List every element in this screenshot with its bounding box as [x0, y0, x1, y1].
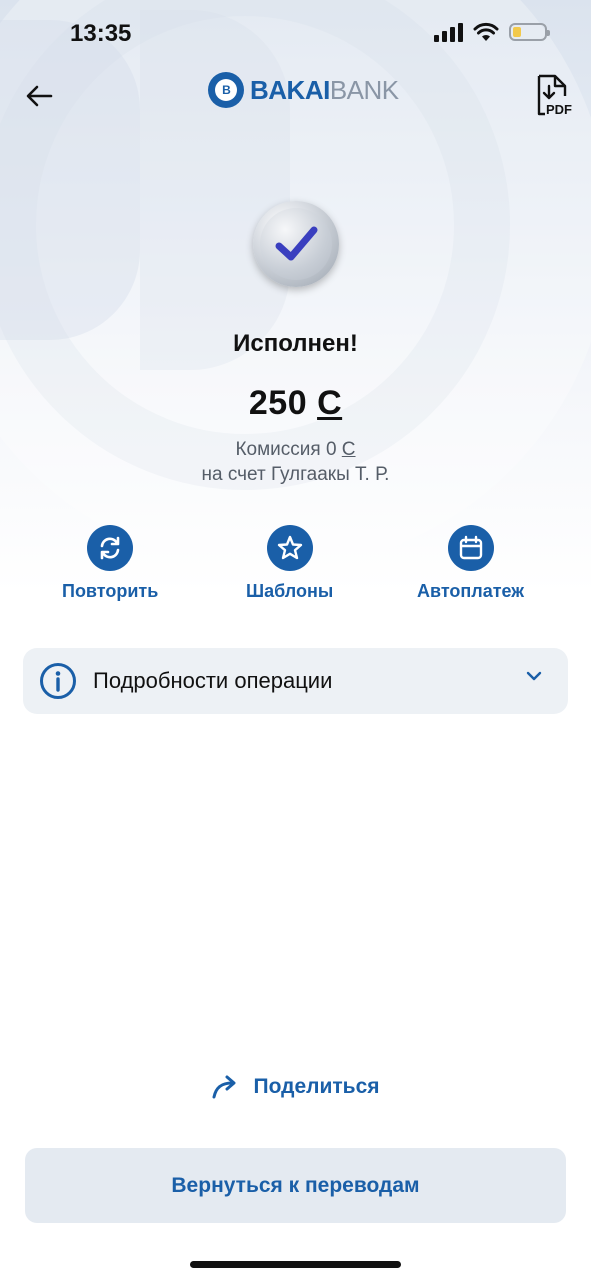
- share-label: Поделиться: [253, 1075, 380, 1098]
- repeat-icon: [87, 525, 134, 571]
- share-button[interactable]: Поделиться: [0, 1074, 591, 1100]
- amount: 250 C: [0, 384, 591, 423]
- templates-button[interactable]: Шаблоны: [246, 525, 333, 602]
- status-title: Исполнен!: [233, 330, 358, 357]
- repeat-label: Повторить: [62, 581, 159, 601]
- autopay-label: Автоплатеж: [417, 581, 525, 601]
- logo-mark-icon: B: [208, 72, 244, 108]
- status-icons: [434, 22, 550, 42]
- background-watermark: [140, 10, 290, 370]
- commission: Комиссия 0 C: [0, 439, 591, 461]
- success-check-icon: [253, 201, 339, 287]
- signal-icon: [434, 22, 463, 42]
- operation-details-label: Подробности операции: [93, 668, 333, 693]
- currency-symbol: C: [317, 384, 343, 422]
- autopay-button[interactable]: Автоплатеж: [417, 525, 524, 602]
- star-icon: [266, 525, 313, 571]
- amount-value: 250: [248, 384, 308, 422]
- bank-logo: B BAKAIBANK: [208, 72, 399, 108]
- wifi-icon: [473, 22, 499, 41]
- arrow-left-icon: [26, 85, 53, 107]
- logo-text-light: BANK: [329, 74, 399, 105]
- share-arrow-icon: [212, 1075, 236, 1099]
- svg-text:PDF: PDF: [546, 102, 572, 117]
- operation-details-accordion[interactable]: Подробности операции: [23, 648, 568, 714]
- commission-currency: C: [341, 439, 356, 460]
- back-button[interactable]: [24, 82, 54, 110]
- battery-icon: [509, 23, 550, 41]
- info-icon: [40, 663, 76, 699]
- commission-label: Комиссия 0: [235, 439, 337, 460]
- background-watermark: [0, 20, 140, 340]
- templates-label: Шаблоны: [246, 581, 334, 601]
- status-time: 13:35: [70, 20, 132, 47]
- home-indicator: [190, 1261, 401, 1268]
- recipient: на счет Гулгаакы Т. Р.: [201, 464, 390, 485]
- calendar-icon: [447, 525, 494, 571]
- header-background: [0, 0, 591, 760]
- repeat-button[interactable]: Повторить: [62, 525, 158, 602]
- return-to-transfers-button[interactable]: Вернуться к переводам: [25, 1148, 566, 1223]
- pdf-download-icon: PDF: [537, 74, 572, 117]
- logo-text-bold: BAKAI: [250, 74, 330, 105]
- pdf-download-button[interactable]: PDF: [535, 74, 577, 118]
- chevron-down-icon: [526, 671, 542, 681]
